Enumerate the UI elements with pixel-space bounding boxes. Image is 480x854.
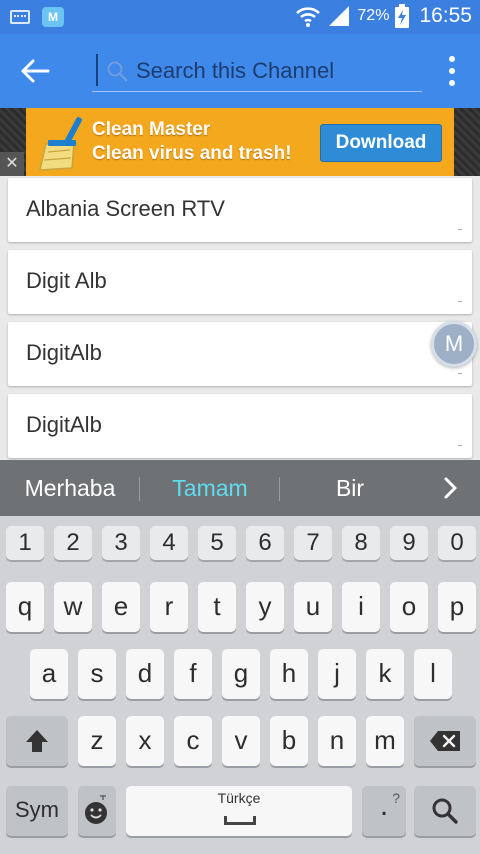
key-o[interactable]: o	[390, 582, 428, 632]
overflow-menu-icon[interactable]	[446, 56, 458, 86]
key-y[interactable]: y	[246, 582, 284, 632]
ad-title: Clean Master	[92, 119, 211, 140]
key-g[interactable]: g	[222, 649, 260, 699]
ad-banner[interactable]: Clean Master Clean virus and trash! Down…	[26, 108, 454, 176]
key-n[interactable]: n	[318, 716, 356, 766]
key-b[interactable]: b	[270, 716, 308, 766]
search-key[interactable]	[414, 786, 476, 836]
backspace-icon	[430, 731, 460, 751]
key-k[interactable]: k	[366, 649, 404, 699]
key-8[interactable]: 8	[342, 526, 380, 560]
shift-arrow-icon	[26, 730, 48, 752]
emoji-icon	[85, 795, 107, 824]
key-u[interactable]: u	[294, 582, 332, 632]
ad-subtitle: Clean virus and trash!	[92, 143, 292, 164]
battery-charging-icon	[395, 4, 410, 28]
key-v[interactable]: v	[222, 716, 260, 766]
wifi-icon	[296, 7, 321, 27]
period-key[interactable]: ? .	[362, 786, 406, 836]
key-z[interactable]: z	[78, 716, 116, 766]
key-q[interactable]: q	[6, 582, 44, 632]
space-bar-icon	[224, 816, 256, 825]
period-key-label: .	[379, 789, 389, 822]
key-a[interactable]: a	[30, 649, 68, 699]
suggestion-1[interactable]: Merhaba	[0, 460, 140, 516]
channel-item[interactable]: Digit Alb	[8, 250, 472, 314]
search-bar[interactable]	[92, 52, 422, 92]
floating-m-button[interactable]: M	[431, 321, 477, 367]
key-j[interactable]: j	[318, 649, 356, 699]
key-c[interactable]: c	[174, 716, 212, 766]
key-2[interactable]: 2	[54, 526, 92, 560]
space-key[interactable]: Türkçe	[126, 786, 352, 836]
key-9[interactable]: 9	[390, 526, 428, 560]
app-bar	[0, 34, 480, 108]
key-e[interactable]: e	[102, 582, 140, 632]
status-bar: M 72% 16:55	[0, 0, 480, 34]
battery-percent: 72%	[357, 7, 390, 24]
key-6[interactable]: 6	[246, 526, 284, 560]
back-arrow-icon[interactable]	[18, 56, 52, 86]
text-cursor	[96, 54, 98, 86]
chevron-right-icon[interactable]	[438, 476, 462, 500]
key-s[interactable]: s	[78, 649, 116, 699]
key-r[interactable]: r	[150, 582, 188, 632]
space-language-label: Türkçe	[217, 790, 261, 806]
key-x[interactable]: x	[126, 716, 164, 766]
channel-name: Digit Alb	[26, 268, 107, 293]
key-5[interactable]: 5	[198, 526, 236, 560]
ad-close-icon[interactable]: ✕	[0, 152, 24, 176]
channel-item[interactable]: Albania Screen RTV	[8, 178, 472, 242]
channel-name: DigitAlb	[26, 412, 102, 437]
channel-item[interactable]: DigitAlb	[8, 394, 472, 458]
key-1[interactable]: 1	[6, 526, 44, 560]
channel-item[interactable]: DigitAlb	[8, 322, 472, 386]
key-f[interactable]: f	[174, 649, 212, 699]
search-input[interactable]	[136, 56, 416, 86]
key-m[interactable]: m	[366, 716, 404, 766]
backspace-key[interactable]	[414, 716, 476, 766]
suggestion-3[interactable]: Bir	[280, 460, 420, 516]
key-4[interactable]: 4	[150, 526, 188, 560]
ad-download-button[interactable]: Download	[320, 124, 442, 162]
key-d[interactable]: d	[126, 649, 164, 699]
search-icon	[107, 61, 128, 82]
key-h[interactable]: h	[270, 649, 308, 699]
key-t[interactable]: t	[198, 582, 236, 632]
keyboard-notification-icon	[10, 10, 30, 24]
keyboard-suggestion-bar: Merhaba Tamam Bir	[0, 460, 480, 516]
channel-name: DigitAlb	[26, 340, 102, 365]
key-7[interactable]: 7	[294, 526, 332, 560]
key-w[interactable]: w	[54, 582, 92, 632]
signal-icon	[329, 6, 350, 26]
key-0[interactable]: 0	[438, 526, 476, 560]
period-key-hint: ?	[392, 790, 400, 806]
key-l[interactable]: l	[414, 649, 452, 699]
key-p[interactable]: p	[438, 582, 476, 632]
clock: 16:55	[419, 4, 472, 27]
keyboard: 1 2 3 4 5 6 7 8 9 0 q w e r t y u i o p …	[0, 516, 480, 854]
ad-banner-strip: Clean Master Clean virus and trash! Down…	[0, 108, 480, 176]
sym-key[interactable]: Sym	[6, 786, 68, 836]
search-icon	[432, 798, 458, 824]
channel-name: Albania Screen RTV	[26, 196, 225, 221]
key-3[interactable]: 3	[102, 526, 140, 560]
channel-list: Albania Screen RTV Digit Alb DigitAlb Di…	[0, 176, 480, 460]
shift-key[interactable]	[6, 716, 68, 766]
emoji-key[interactable]	[78, 786, 116, 836]
app-notification-icon: M	[42, 7, 64, 27]
suggestion-2[interactable]: Tamam	[140, 460, 280, 516]
key-i[interactable]: i	[342, 582, 380, 632]
